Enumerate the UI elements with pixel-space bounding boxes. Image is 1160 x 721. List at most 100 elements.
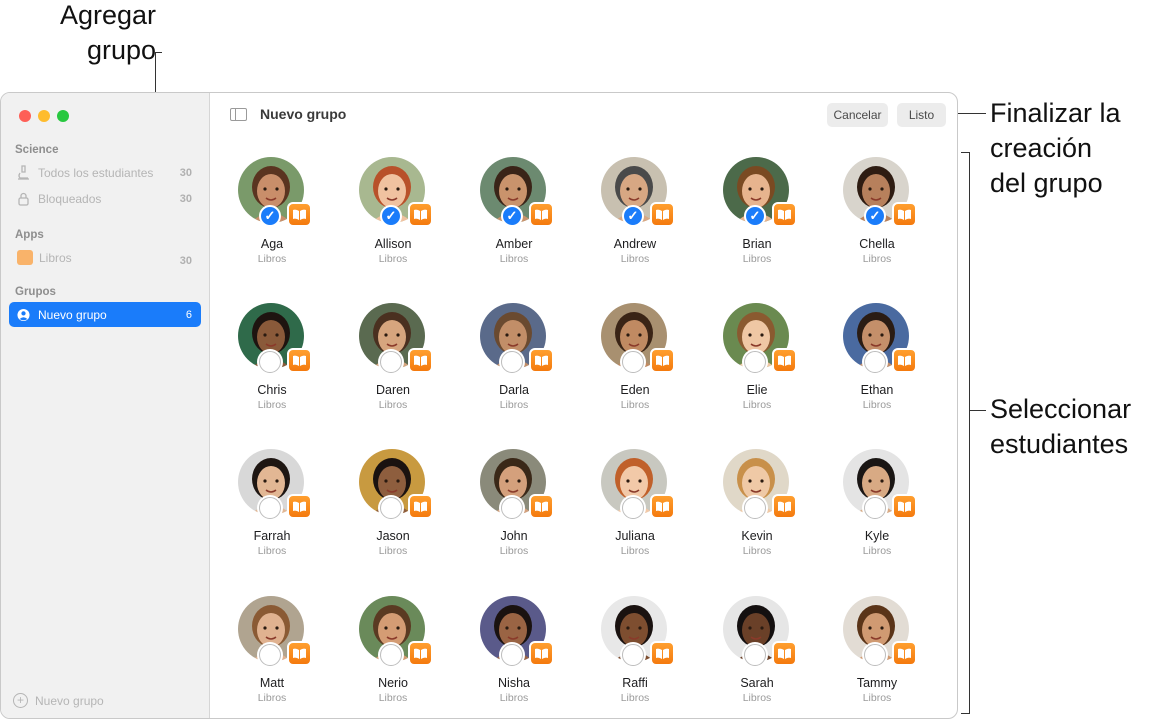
books-app-icon	[287, 202, 312, 227]
books-app-icon	[772, 348, 797, 373]
selection-circle[interactable]	[864, 644, 886, 666]
sidebar-toggle-icon[interactable]	[230, 108, 247, 121]
avatar-container	[238, 449, 312, 519]
selection-circle[interactable]	[501, 644, 523, 666]
avatar-container	[601, 596, 675, 666]
student-name: Brian	[742, 237, 772, 251]
sidebar-item-new-group[interactable]: Nuevo grupo 6	[9, 302, 201, 327]
student-card[interactable]: Elie Libros	[697, 303, 817, 411]
sidebar-item-label: Libros	[39, 250, 72, 265]
selection-circle[interactable]	[744, 351, 766, 373]
student-app-label: Libros	[257, 253, 287, 265]
student-card[interactable]: ✓ Chella Libros	[817, 157, 937, 265]
avatar-container: ✓	[843, 157, 917, 227]
student-app-label: Libros	[499, 253, 529, 265]
checkmark-icon[interactable]: ✓	[864, 205, 886, 227]
student-app-label: Libros	[620, 399, 650, 411]
selection-circle[interactable]	[259, 644, 281, 666]
student-card[interactable]: Jason Libros	[333, 449, 453, 557]
avatar-container	[723, 596, 797, 666]
selection-circle[interactable]	[259, 351, 281, 373]
selection-circle[interactable]	[744, 644, 766, 666]
student-card[interactable]: ✓ Aga Libros	[212, 157, 332, 265]
add-group-button[interactable]: + Nuevo grupo	[13, 693, 104, 708]
selection-circle[interactable]	[380, 497, 402, 519]
avatar-container	[480, 303, 554, 373]
checkmark-icon[interactable]: ✓	[622, 205, 644, 227]
checkmark-icon[interactable]: ✓	[501, 205, 523, 227]
student-name: Juliana	[615, 529, 655, 543]
sidebar-item-count: 30	[179, 192, 192, 205]
student-card[interactable]: Darla Libros	[454, 303, 574, 411]
student-app-label: Libros	[499, 399, 529, 411]
student-card[interactable]: ✓ Brian Libros	[697, 157, 817, 265]
student-card[interactable]: Farrah Libros	[212, 449, 332, 557]
avatar-container: ✓	[723, 157, 797, 227]
selection-circle[interactable]	[864, 497, 886, 519]
minimize-window-button[interactable]	[38, 110, 50, 122]
student-card[interactable]: Juliana Libros	[575, 449, 695, 557]
selection-circle[interactable]	[622, 644, 644, 666]
student-card[interactable]: Ethan Libros	[817, 303, 937, 411]
student-app-label: Libros	[742, 692, 772, 704]
avatar-container	[723, 449, 797, 519]
student-card[interactable]: Kevin Libros	[697, 449, 817, 557]
student-card[interactable]: Sarah Libros	[697, 596, 817, 704]
books-app-icon	[287, 494, 312, 519]
student-card[interactable]: ✓ Amber Libros	[454, 157, 574, 265]
student-card[interactable]: ✓ Andrew Libros	[575, 157, 695, 265]
selection-circle[interactable]	[744, 497, 766, 519]
student-name: Amber	[495, 237, 533, 251]
student-card[interactable]: Matt Libros	[212, 596, 332, 704]
cancel-button[interactable]: Cancelar	[827, 103, 888, 127]
student-name: John	[500, 529, 528, 543]
student-app-label: Libros	[742, 253, 772, 265]
student-card[interactable]: Raffi Libros	[575, 596, 695, 704]
student-card[interactable]: John Libros	[454, 449, 574, 557]
sidebar-item-count: 6	[185, 308, 192, 321]
student-app-label: Libros	[742, 545, 772, 557]
selection-circle[interactable]	[380, 644, 402, 666]
checkmark-icon[interactable]: ✓	[380, 205, 402, 227]
avatar-container	[843, 596, 917, 666]
student-app-label: Libros	[742, 399, 772, 411]
student-card[interactable]: Nerio Libros	[333, 596, 453, 704]
sidebar-item-books-app[interactable]: Libros 30	[9, 245, 201, 270]
avatar-container	[238, 303, 312, 373]
student-app-label: Libros	[257, 399, 287, 411]
student-name: Aga	[260, 237, 284, 251]
selection-circle[interactable]	[259, 497, 281, 519]
selection-circle[interactable]	[501, 497, 523, 519]
close-window-button[interactable]	[19, 110, 31, 122]
selection-circle[interactable]	[501, 351, 523, 373]
sidebar-item-all-students[interactable]: Todos los estudiantes 30	[9, 160, 201, 185]
books-app-icon	[408, 641, 433, 666]
zoom-window-button[interactable]	[57, 110, 69, 122]
selection-circle[interactable]	[622, 497, 644, 519]
student-card[interactable]: Nisha Libros	[454, 596, 574, 704]
callout-bracket	[969, 152, 970, 714]
student-card[interactable]: Tammy Libros	[817, 596, 937, 704]
books-app-icon	[650, 494, 675, 519]
sidebar-item-locked[interactable]: Bloqueados 30	[9, 186, 201, 211]
student-card[interactable]: ✓ Allison Libros	[333, 157, 453, 265]
checkmark-icon[interactable]: ✓	[259, 205, 281, 227]
student-name: Kyle	[864, 529, 890, 543]
callout-select-students: Seleccionar estudiantes	[990, 394, 1132, 459]
student-card[interactable]: Daren Libros	[333, 303, 453, 411]
student-card[interactable]: Eden Libros	[575, 303, 695, 411]
page-title: Nuevo grupo	[260, 106, 347, 122]
selection-circle[interactable]	[380, 351, 402, 373]
books-app-icon	[17, 250, 33, 265]
student-card[interactable]: Chris Libros	[212, 303, 332, 411]
sidebar-section-title: Grupos	[15, 286, 56, 298]
checkmark-icon[interactable]: ✓	[744, 205, 766, 227]
selection-circle[interactable]	[864, 351, 886, 373]
selection-circle[interactable]	[622, 351, 644, 373]
books-app-icon	[408, 494, 433, 519]
done-button[interactable]: Listo	[897, 103, 946, 127]
books-app-icon	[529, 348, 554, 373]
books-app-icon	[772, 494, 797, 519]
sidebar-item-label: Nuevo grupo	[38, 307, 107, 322]
student-card[interactable]: Kyle Libros	[817, 449, 937, 557]
